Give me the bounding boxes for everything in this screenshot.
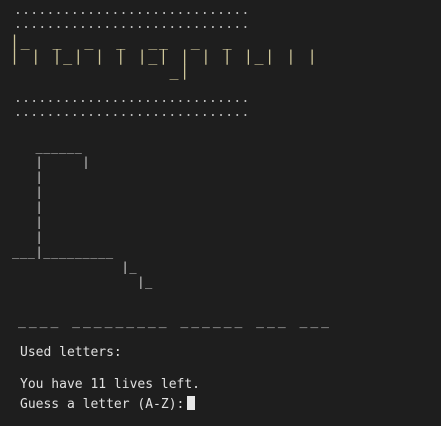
used-letters-label: Used letters: bbox=[20, 345, 122, 360]
gallows-art: ______ | | | | | | | ___|_________ |_ |_ bbox=[12, 140, 153, 289]
guess-prompt: Guess a letter (A-Z): bbox=[20, 397, 185, 412]
lives-message: You have 11 lives left. bbox=[20, 377, 201, 392]
guess-prompt-line[interactable]: Guess a letter (A-Z): bbox=[20, 396, 196, 413]
banner-dots-top: ............................. ..........… bbox=[14, 3, 250, 32]
text-cursor[interactable] bbox=[187, 396, 196, 410]
terminal-window: ............................. ..........… bbox=[0, 0, 441, 426]
banner-dots-bottom: ............................. ..........… bbox=[14, 91, 250, 120]
hangman-title-art: |_ _ _ _ __ _ _ | | |_| | | |_| | | | |_… bbox=[10, 32, 319, 80]
word-blanks: ____ _________ ______ ___ ___ bbox=[18, 314, 332, 329]
